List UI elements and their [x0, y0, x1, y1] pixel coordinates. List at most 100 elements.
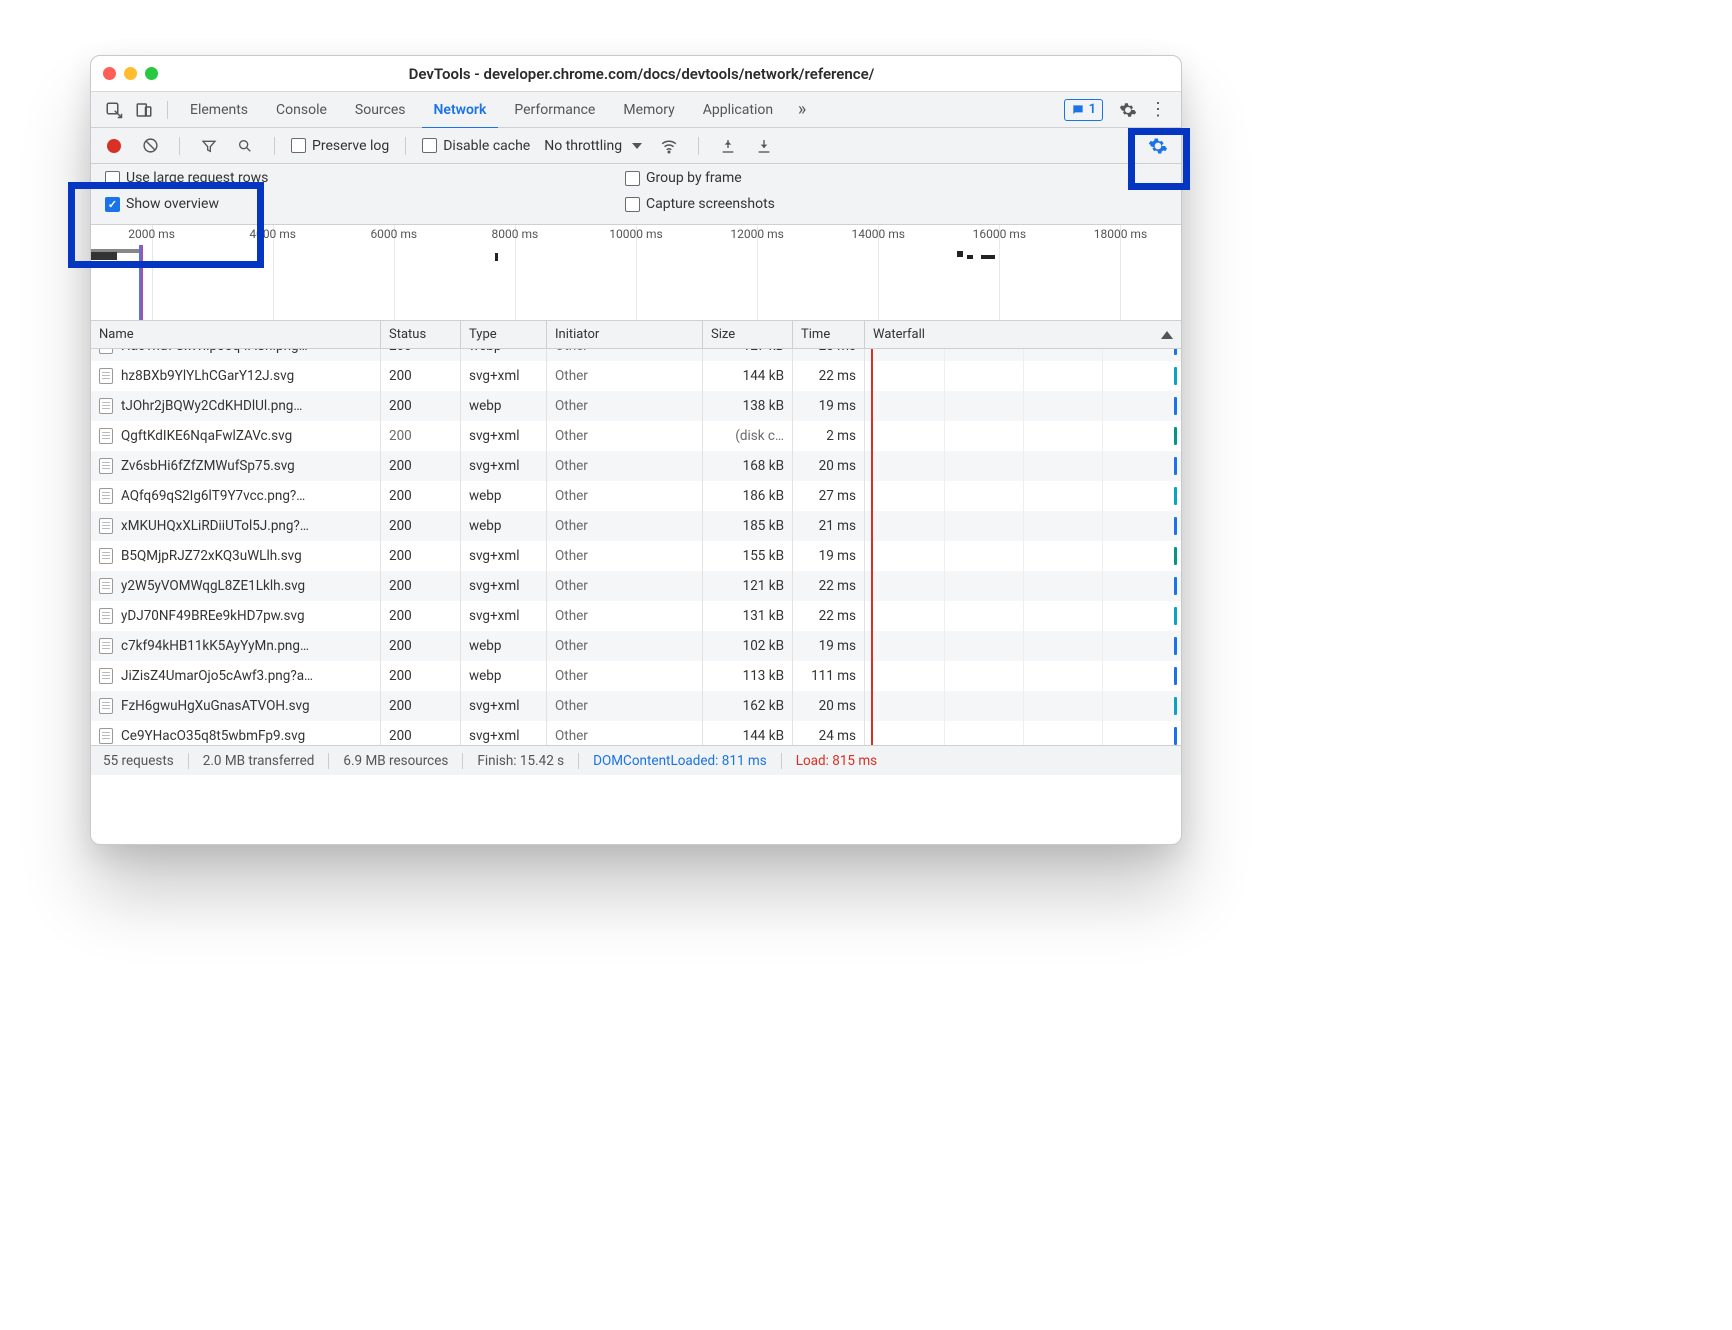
record-button[interactable] — [101, 133, 127, 159]
overview-tick: 16000 ms — [939, 227, 1060, 241]
cell-initiator: Other — [547, 349, 703, 361]
cell-size: 155 kB — [703, 541, 793, 571]
waterfall-load-line — [871, 349, 873, 361]
overview-tick: 18000 ms — [1060, 227, 1181, 241]
zoom-window-button[interactable] — [145, 67, 158, 80]
table-row[interactable]: JiZisZ4UmarOjo5cAwf3.png?a…200webpOther1… — [91, 661, 1181, 691]
cell-waterfall — [865, 601, 1181, 631]
col-status[interactable]: Status — [381, 321, 461, 348]
network-settings-panel: Use large request rows Show overview Gro… — [91, 164, 1181, 225]
table-row[interactable]: xMKUHQxXLiRDiiUTol5J.png?…200webpOther18… — [91, 511, 1181, 541]
cell-name: FzH6gwuHgXuGnasATVOH.svg — [91, 691, 381, 721]
minimize-window-button[interactable] — [124, 67, 137, 80]
waterfall-load-line — [871, 691, 873, 721]
group-by-frame-checkbox[interactable]: Group by frame — [625, 170, 1105, 186]
waterfall-load-line — [871, 391, 873, 421]
group-by-frame-label: Group by frame — [646, 170, 742, 186]
file-icon — [99, 638, 113, 654]
tab-network[interactable]: Network — [422, 92, 499, 128]
col-initiator[interactable]: Initiator — [547, 321, 703, 348]
table-row[interactable]: B5QMjpRJZ72xKQ3uWLlh.svg200svg+xmlOther1… — [91, 541, 1181, 571]
waterfall-bar — [1174, 697, 1177, 715]
table-row[interactable]: Ce9YHacO35q8t5wbmFp9.svg200svg+xmlOther1… — [91, 721, 1181, 745]
waterfall-bar — [1174, 427, 1177, 445]
waterfall-bar — [1174, 577, 1177, 595]
table-row[interactable]: QgftKdIKE6NqaFwlZAVc.svg200svg+xmlOther(… — [91, 421, 1181, 451]
cell-status: 200 — [381, 391, 461, 421]
file-icon — [99, 668, 113, 684]
throttling-select[interactable]: No throttling — [540, 138, 646, 154]
tab-console[interactable]: Console — [264, 92, 339, 128]
cell-status: 200 — [381, 601, 461, 631]
clear-button[interactable] — [137, 133, 163, 159]
disable-cache-checkbox[interactable]: Disable cache — [422, 138, 530, 154]
waterfall-load-line — [871, 541, 873, 571]
more-tabs-button[interactable]: » — [789, 97, 815, 123]
overview-timeline[interactable]: 2000 ms4000 ms6000 ms8000 ms10000 ms1200… — [91, 225, 1181, 321]
cell-time: 111 ms — [793, 661, 865, 691]
table-row[interactable]: Zv6sbHi6fZfZMWufSp75.svg200svg+xmlOther1… — [91, 451, 1181, 481]
cell-time: 27 ms — [793, 481, 865, 511]
table-row[interactable]: c7kf94kHB11kK5AyYyMn.png…200webpOther102… — [91, 631, 1181, 661]
waterfall-bar — [1174, 547, 1177, 565]
tab-elements[interactable]: Elements — [178, 92, 260, 128]
overview-data — [957, 251, 963, 257]
cell-size: 144 kB — [703, 721, 793, 745]
settings-gear-icon[interactable] — [1115, 97, 1141, 123]
cell-waterfall — [865, 571, 1181, 601]
requests-table-body[interactable]: HacTnd7GxWiipooq fASn.png…200webpOther12… — [91, 349, 1181, 745]
cell-waterfall — [865, 511, 1181, 541]
col-waterfall[interactable]: Waterfall — [865, 321, 1181, 348]
traffic-lights — [103, 67, 158, 80]
cell-initiator: Other — [547, 451, 703, 481]
cell-name: Zv6sbHi6fZfZMWufSp75.svg — [91, 451, 381, 481]
capture-screenshots-checkbox[interactable]: Capture screenshots — [625, 196, 1105, 212]
table-row[interactable]: AQfq69qS2Ig6lT9Y7vcc.png?…200webpOther18… — [91, 481, 1181, 511]
col-size[interactable]: Size — [703, 321, 793, 348]
status-requests: 55 requests — [103, 753, 174, 769]
preserve-log-checkbox[interactable]: Preserve log — [291, 138, 389, 154]
cell-size: 131 kB — [703, 601, 793, 631]
kebab-menu-icon[interactable]: ⋮ — [1145, 97, 1171, 123]
tab-memory[interactable]: Memory — [611, 92, 686, 128]
table-row[interactable]: hz8BXb9YlYLhCGarY12J.svg200svg+xmlOther1… — [91, 361, 1181, 391]
cell-size: 113 kB — [703, 661, 793, 691]
cell-name: y2W5yVOMWqgL8ZE1Lklh.svg — [91, 571, 381, 601]
close-window-button[interactable] — [103, 67, 116, 80]
show-overview-checkbox[interactable]: Show overview — [105, 196, 585, 212]
network-conditions-icon[interactable] — [656, 133, 682, 159]
table-row[interactable]: yDJ70NF49BREe9kHD7pw.svg200svg+xmlOther1… — [91, 601, 1181, 631]
filter-icon[interactable] — [196, 133, 222, 159]
panel-tabs: ElementsConsoleSourcesNetworkPerformance… — [91, 92, 1181, 128]
col-type[interactable]: Type — [461, 321, 547, 348]
large-request-rows-checkbox[interactable]: Use large request rows — [105, 170, 585, 186]
file-icon — [99, 428, 113, 444]
throttling-value: No throttling — [544, 138, 622, 154]
cell-time: 2 ms — [793, 421, 865, 451]
cell-name: hz8BXb9YlYLhCGarY12J.svg — [91, 361, 381, 391]
waterfall-bar — [1174, 367, 1177, 385]
tab-application[interactable]: Application — [691, 92, 785, 128]
table-row[interactable]: tJOhr2jBQWy2CdKHDlUl.png…200webpOther138… — [91, 391, 1181, 421]
table-row[interactable]: y2W5yVOMWqgL8ZE1Lklh.svg200svg+xmlOther1… — [91, 571, 1181, 601]
col-time[interactable]: Time — [793, 321, 865, 348]
device-toolbar-icon[interactable] — [131, 97, 157, 123]
issues-badge[interactable]: 1 — [1064, 99, 1103, 121]
tab-sources[interactable]: Sources — [343, 92, 418, 128]
file-icon — [99, 608, 113, 624]
import-har-icon[interactable] — [715, 133, 741, 159]
tab-performance[interactable]: Performance — [502, 92, 607, 128]
export-har-icon[interactable] — [751, 133, 777, 159]
cell-initiator: Other — [547, 631, 703, 661]
window-title: DevTools - developer.chrome.com/docs/dev… — [174, 65, 1169, 83]
network-settings-gear-icon[interactable] — [1145, 133, 1171, 159]
cell-initiator: Other — [547, 721, 703, 745]
table-row[interactable]: HacTnd7GxWiipooq fASn.png…200webpOther12… — [91, 349, 1181, 361]
cell-size: 185 kB — [703, 511, 793, 541]
col-name[interactable]: Name — [91, 321, 381, 348]
cell-waterfall — [865, 481, 1181, 511]
search-icon[interactable] — [232, 133, 258, 159]
cell-type: webp — [461, 661, 547, 691]
inspect-element-icon[interactable] — [101, 97, 127, 123]
table-row[interactable]: FzH6gwuHgXuGnasATVOH.svg200svg+xmlOther1… — [91, 691, 1181, 721]
